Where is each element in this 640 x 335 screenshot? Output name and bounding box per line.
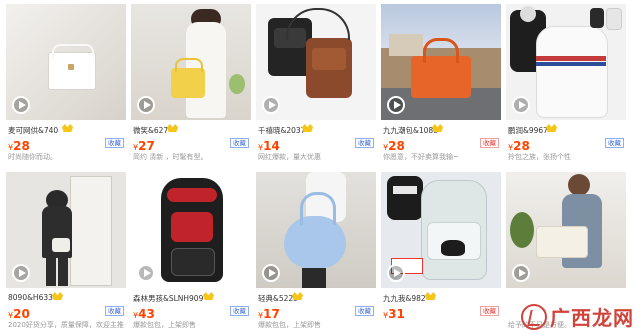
product-card[interactable]: 鹏润&9967 ¥28 收藏 拎包之族，张扬个性 — [506, 4, 626, 166]
product-description: 拎包之族，张扬个性 — [508, 153, 571, 161]
favorite-button[interactable]: 收藏 — [480, 138, 499, 148]
watermark: 广西龙网 — [521, 302, 634, 331]
product-card[interactable]: 森林男孩&SLNH909 ¥43 收藏 爆款包包，上架即售 — [131, 172, 251, 334]
product-image[interactable] — [6, 172, 126, 288]
play-icon[interactable] — [512, 96, 530, 114]
crown-icon — [425, 292, 436, 300]
product-card[interactable]: 千禧晓&2037 ¥14 收藏 网红爆款，量大优惠 — [256, 4, 376, 166]
crown-icon — [52, 292, 63, 300]
product-description: 2020好货分享，质量保障，欢迎主推。 — [8, 321, 124, 329]
play-icon[interactable] — [137, 96, 155, 114]
crown-icon — [167, 124, 178, 132]
play-icon[interactable] — [262, 264, 280, 282]
play-icon[interactable] — [12, 264, 30, 282]
product-image[interactable] — [381, 172, 501, 288]
crown-icon — [62, 124, 73, 132]
logo-icon — [521, 303, 547, 330]
product-image[interactable] — [256, 4, 376, 120]
product-image[interactable] — [506, 172, 626, 288]
product-card[interactable]: 微笑&627 ¥27 收藏 简约 清新 ，时髦有型。 — [131, 4, 251, 166]
play-icon[interactable] — [387, 264, 405, 282]
product-image[interactable] — [256, 172, 376, 288]
product-image[interactable] — [131, 172, 251, 288]
product-card[interactable]: 九九潮包&1088 ¥28 收藏 你愿意，不好卖算我输~ — [381, 4, 501, 166]
favorite-button[interactable]: 收藏 — [230, 138, 249, 148]
play-icon[interactable] — [387, 96, 405, 114]
seller-name[interactable]: 8090&H633 — [8, 293, 53, 302]
favorite-button[interactable]: 收藏 — [480, 306, 499, 316]
product-image[interactable] — [506, 4, 626, 120]
favorite-button[interactable]: 收藏 — [105, 306, 124, 316]
product-description: 简约 清新 ，时髦有型。 — [133, 153, 208, 161]
favorite-button[interactable]: 收藏 — [355, 138, 374, 148]
product-description: 爆款包包，上架即售 — [258, 321, 321, 329]
favorite-button[interactable]: 收藏 — [230, 306, 249, 316]
play-icon[interactable] — [512, 264, 530, 282]
play-icon[interactable] — [12, 96, 30, 114]
product-card[interactable]: 8090&H633 ¥20 收藏 2020好货分享，质量保障，欢迎主推。 — [6, 172, 126, 334]
product-image[interactable] — [131, 4, 251, 120]
favorite-button[interactable]: 收藏 — [605, 138, 624, 148]
watermark-text: 广西龙网 — [550, 306, 634, 330]
crown-icon — [203, 292, 214, 300]
product-description: 你愿意，不好卖算我输~ — [383, 153, 459, 161]
product-card[interactable]: 麦可网供&740 ¥28 收藏 时尚随你而动。 — [6, 4, 126, 166]
product-description: 网红爆款，量大优惠 — [258, 153, 321, 161]
favorite-button[interactable]: 收藏 — [355, 306, 374, 316]
product-description: 时尚随你而动。 — [8, 153, 57, 161]
product-description: 爆款包包，上架即售 — [133, 321, 196, 329]
product-image[interactable] — [381, 4, 501, 120]
price: ¥31 — [383, 307, 405, 321]
product-image[interactable] — [6, 4, 126, 120]
favorite-button[interactable]: 收藏 — [105, 138, 124, 148]
product-card[interactable]: 轻典&5225 ¥17 收藏 爆款包包，上架即售 — [256, 172, 376, 334]
product-grid: 麦可网供&740 ¥28 收藏 时尚随你而动。 微笑&627 ¥27 收藏 简约… — [6, 4, 626, 334]
play-icon[interactable] — [137, 264, 155, 282]
play-icon[interactable] — [262, 96, 280, 114]
product-card[interactable]: 九九我&982 ¥31 收藏 — [381, 172, 501, 334]
